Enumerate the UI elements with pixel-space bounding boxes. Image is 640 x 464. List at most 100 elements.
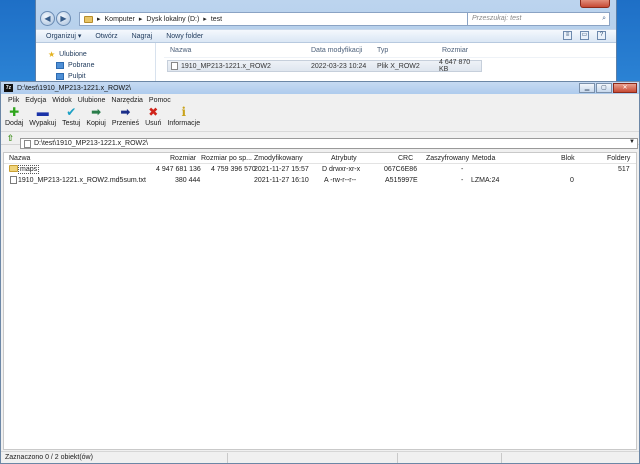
move-button[interactable]: ➡ Przenieś (111, 106, 140, 128)
col-attributes[interactable]: Atrybuty (331, 155, 357, 162)
menu-file[interactable]: Plik (5, 97, 22, 104)
add-button[interactable]: ✚ Dodaj (5, 105, 23, 128)
file-name: 1910_MP213-1221.x_ROW2 (181, 62, 271, 70)
explorer-file-row[interactable]: 1910_MP213-1221.x_ROW2 2022-03-23 10:24 … (167, 59, 482, 73)
col-encrypted[interactable]: Zaszyfrowany (426, 155, 469, 162)
status-divider (227, 453, 228, 463)
col-size[interactable]: Rozmiar (170, 155, 196, 162)
col-modified[interactable]: Zmodyfikowany (254, 155, 303, 162)
explorer-search-input[interactable]: Przeszukaj: test ⌕ (467, 12, 610, 26)
copy-button[interactable]: ➡ Kopiuj (86, 105, 105, 128)
col-name[interactable]: Nazwa (170, 47, 191, 54)
star-icon: ★ (48, 50, 56, 59)
tool-label: Informacje (167, 120, 201, 127)
col-folders[interactable]: Foldery (607, 155, 630, 162)
tool-label: Usuń (145, 120, 162, 127)
extract-button[interactable]: ▬ Wypakuj (29, 105, 57, 128)
col-block[interactable]: Blok (561, 155, 575, 162)
explorer-column-header: Nazwa Data modyfikacji Typ Rozmiar (164, 43, 616, 58)
row-method: LZMA:24 (471, 177, 500, 184)
status-bar: Zaznaczono 0 / 2 obiekt(ów) (1, 451, 639, 463)
status-divider (397, 453, 398, 463)
row-crc: 067C6E86 (384, 166, 418, 173)
row-encrypted: - (461, 166, 464, 173)
search-placeholder: Przeszukaj: test (472, 15, 522, 22)
up-folder-icon[interactable]: ⇧ (5, 133, 16, 143)
row-size: 380 444 (175, 177, 201, 184)
back-button[interactable]: ◀ (40, 11, 55, 26)
col-packed-size[interactable]: Rozmiar po sp... (201, 155, 252, 162)
col-size[interactable]: Rozmiar (442, 47, 468, 54)
status-text: Zaznaczono 0 / 2 obiekt(ów) (5, 454, 93, 461)
breadcrumb-item-drive[interactable]: Dysk lokalny (D:) (146, 16, 199, 23)
col-date[interactable]: Data modyfikacji (311, 47, 362, 54)
info-button[interactable]: i Informacje (167, 106, 201, 128)
explorer-path-field[interactable]: ▸ Komputer ▸ Dysk lokalny (D:) ▸ test (79, 12, 475, 26)
file-icon (171, 62, 178, 70)
text-file-icon (10, 176, 17, 184)
row-name: maps (18, 165, 40, 174)
explorer-toolbar: Organizuj ▾ Otwórz Nagraj Nowy folder ≡ … (36, 29, 616, 43)
row-crc: A515997E (385, 177, 418, 184)
nav-label: Pobrane (68, 62, 95, 69)
row-packed-size: 4 759 396 570 (211, 166, 256, 173)
explorer-close-button[interactable] (580, 0, 610, 8)
minus-icon: ▬ (36, 105, 49, 119)
chevron-down-icon[interactable]: ▼ (629, 139, 635, 145)
file-type: Plik X_ROW2 (377, 62, 420, 70)
title-bar[interactable]: 7z D:\test\1910_MP213-1221.x_ROW2\ ▁ ▢ ✕ (1, 82, 639, 94)
row-attributes: D drwxr-xr-x (322, 166, 361, 173)
nav-item-favorites[interactable]: ★ Ulubione (36, 49, 155, 60)
status-divider (501, 453, 502, 463)
breadcrumb-item-computer[interactable]: Komputer (105, 16, 135, 23)
menu-help[interactable]: Pomoc (146, 97, 174, 104)
row-modified: 2021-11-27 15:57 (254, 166, 309, 173)
nav-label: Pulpit (68, 73, 86, 80)
row-encrypted: - (461, 177, 464, 184)
open-button[interactable]: Otwórz (95, 33, 117, 40)
toolbar: ✚ Dodaj ▬ Wypakuj ✔ Testuj ➡ Kopiuj ➡ Pr… (1, 106, 639, 132)
table-row[interactable]: maps 4 947 681 136 4 759 396 570 2021-11… (4, 164, 636, 175)
tool-label: Przenieś (111, 120, 140, 127)
delete-x-icon: ✖ (148, 105, 159, 119)
nav-item-downloads[interactable]: Pobrane (36, 60, 155, 71)
downloads-icon (56, 62, 64, 69)
desktop-icon (56, 73, 64, 80)
col-name[interactable]: Nazwa (9, 155, 30, 162)
test-button[interactable]: ✔ Testuj (62, 105, 81, 128)
menu-edit[interactable]: Edycja (22, 97, 49, 104)
check-icon: ✔ (66, 105, 77, 119)
preview-pane-icon[interactable]: ▭ (580, 31, 589, 40)
tool-label: Testuj (62, 120, 81, 127)
row-attributes: A -rw-r--r-- (324, 177, 357, 184)
view-options-icon[interactable]: ≡ (563, 31, 572, 40)
organize-button[interactable]: Organizuj ▾ (46, 32, 81, 40)
col-type[interactable]: Typ (377, 47, 388, 54)
plus-icon: ✚ (9, 105, 20, 119)
help-icon[interactable]: ? (597, 31, 606, 40)
row-modified: 2021-11-27 16:10 (254, 177, 309, 184)
close-button[interactable]: ✕ (613, 83, 637, 93)
folder-icon (9, 165, 18, 172)
sevenzip-window: 7z D:\test\1910_MP213-1221.x_ROW2\ ▁ ▢ ✕… (0, 81, 640, 464)
tool-label: Wypakuj (29, 120, 57, 127)
search-icon[interactable]: ⌕ (602, 13, 606, 25)
menu-tools[interactable]: Narzędzia (108, 97, 146, 104)
copy-arrow-icon: ➡ (91, 105, 102, 119)
breadcrumb-item-test[interactable]: test (211, 16, 222, 23)
window-title: D:\test\1910_MP213-1221.x_ROW2\ (17, 84, 132, 92)
new-folder-button[interactable]: Nowy folder (166, 33, 203, 40)
menu-view[interactable]: Widok (49, 97, 74, 104)
menu-favorites[interactable]: Ulubione (75, 97, 109, 104)
burn-button[interactable]: Nagraj (132, 33, 153, 40)
forward-button[interactable]: ▶ (56, 11, 71, 26)
path-text: D:\test\1910_MP213-1221.x_ROW2\ (34, 140, 149, 147)
table-row[interactable]: 1910_MP213-1221.x_ROW2.md5sum.txt 380 44… (4, 175, 636, 186)
minimize-button[interactable]: ▁ (579, 83, 595, 93)
maximize-button[interactable]: ▢ (596, 83, 612, 93)
col-crc[interactable]: CRC (398, 155, 413, 162)
col-method[interactable]: Metoda (472, 155, 495, 162)
file-size: 4 647 870 KB (439, 59, 471, 73)
path-input[interactable]: D:\test\1910_MP213-1221.x_ROW2\ ▼ (20, 138, 638, 149)
delete-button[interactable]: ✖ Usuń (145, 105, 162, 128)
